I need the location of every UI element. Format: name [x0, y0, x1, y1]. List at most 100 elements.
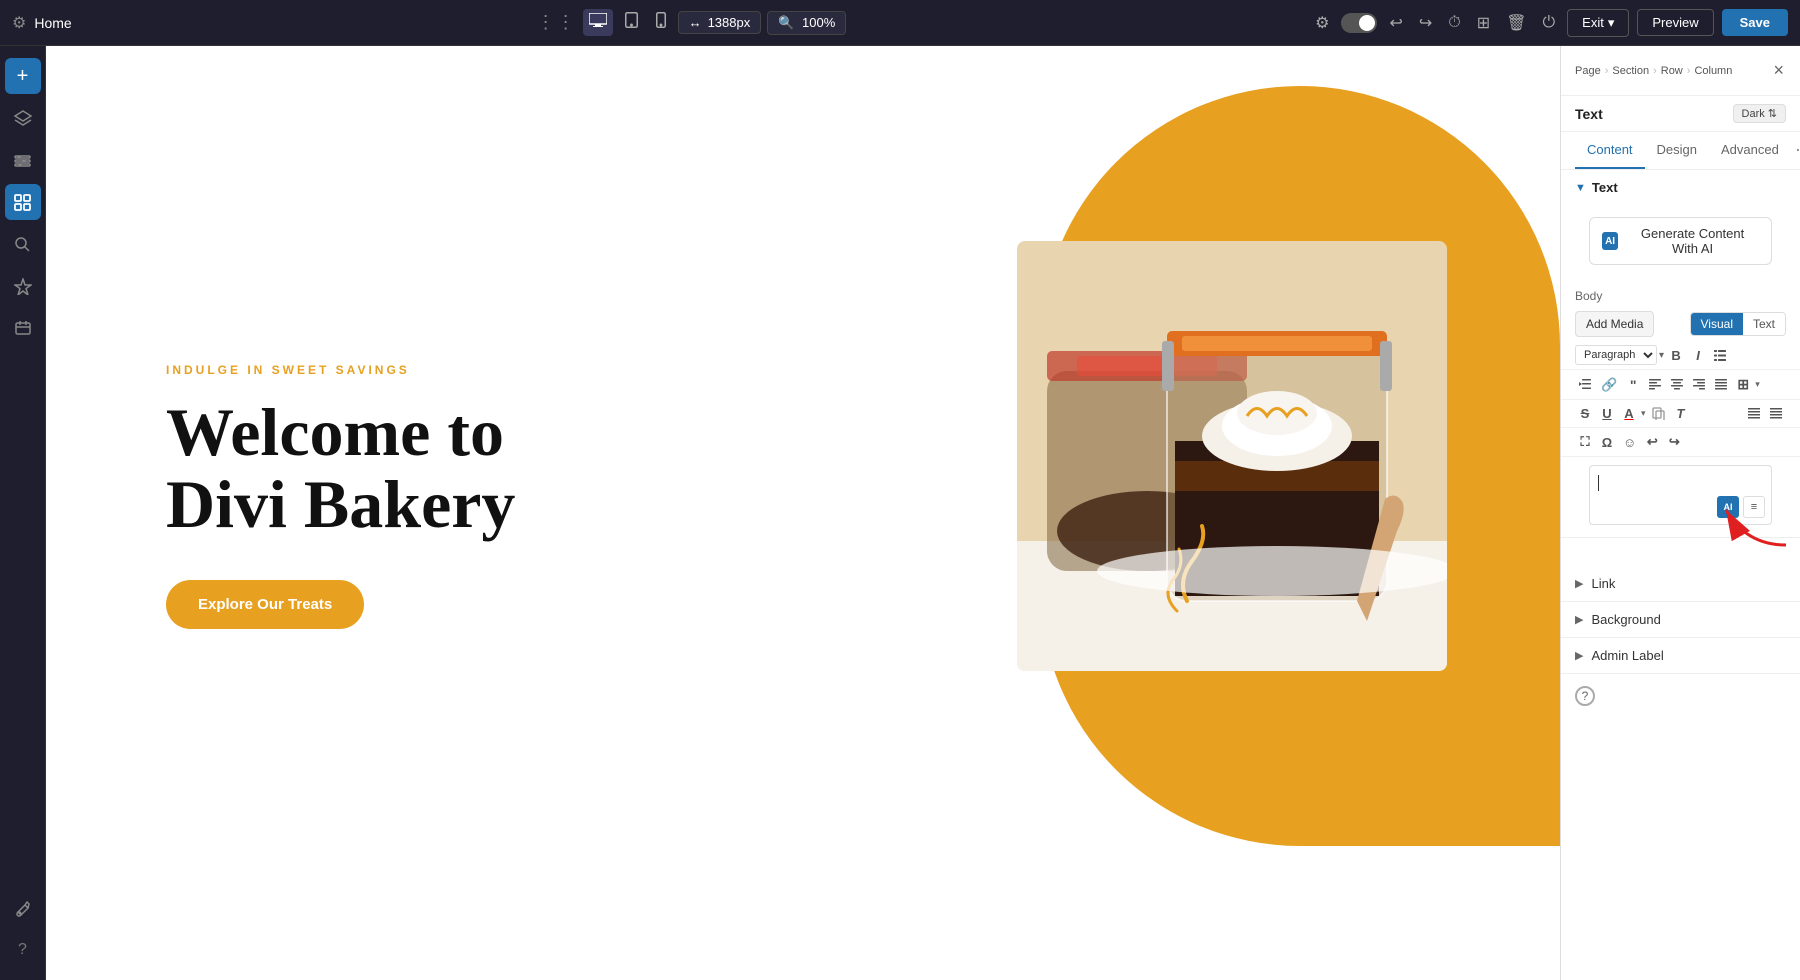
- hero-title-line2: Divi Bakery: [166, 466, 515, 542]
- align-left-button[interactable]: [1645, 377, 1665, 392]
- dark-mode-toggle[interactable]: [1341, 13, 1377, 33]
- topbar: ⚙ Home ⋮⋮ ↔ 1388px 🔍 100% ⚙ ↩ ↪ ⏱ ⊞ 🗑 ⏻: [0, 0, 1800, 46]
- breadcrumb-column[interactable]: Column: [1694, 65, 1732, 77]
- hero-section: INDULGE IN SWEET SAVINGS Welcome to Divi…: [46, 46, 1560, 866]
- zoom-display[interactable]: 🔍 100%: [767, 11, 846, 35]
- sidebar-settings-icon[interactable]: [5, 142, 41, 178]
- history-forward-button[interactable]: ↪: [1415, 9, 1436, 37]
- tab-design[interactable]: Design: [1645, 132, 1709, 169]
- history-back-button[interactable]: ↩: [1385, 9, 1406, 37]
- indent-right-button[interactable]: [1766, 406, 1786, 421]
- breadcrumb-row[interactable]: Row: [1661, 65, 1683, 77]
- hero-cta-button[interactable]: Explore Our Treats: [166, 580, 364, 629]
- rt-toolbar-row1: Paragraph Heading 1 Heading 2 ▾ B I: [1561, 341, 1800, 370]
- editor-list-button[interactable]: ≡: [1743, 496, 1765, 518]
- sidebar-brush-icon[interactable]: [5, 890, 41, 926]
- tab-content[interactable]: Content: [1575, 132, 1645, 169]
- background-section-header[interactable]: ▶ Background: [1561, 602, 1800, 638]
- timer-button[interactable]: ⏱: [1444, 10, 1464, 36]
- dark-mode-badge[interactable]: Dark ⇅: [1733, 104, 1786, 123]
- undo-button[interactable]: ↩: [1642, 432, 1662, 452]
- justify-button[interactable]: [1711, 377, 1731, 392]
- italic-button[interactable]: I: [1688, 346, 1708, 365]
- sidebar-help-icon[interactable]: ?: [5, 932, 41, 968]
- breadcrumb-section[interactable]: Section: [1612, 65, 1649, 77]
- ai-generate-button[interactable]: AI Generate Content With AI: [1589, 217, 1772, 265]
- trash-button[interactable]: 🗑: [1502, 9, 1530, 37]
- custom-format-button[interactable]: T: [1671, 404, 1691, 423]
- tab-more-icon[interactable]: ⋯: [1791, 132, 1800, 169]
- fullscreen-button[interactable]: ⛶: [1575, 432, 1595, 452]
- align-center-button[interactable]: [1667, 377, 1687, 392]
- power-button[interactable]: ⏻: [1539, 10, 1560, 36]
- hero-tagline: INDULGE IN SWEET SAVINGS: [166, 363, 823, 377]
- quote-button[interactable]: ": [1623, 375, 1643, 395]
- color-dropdown-arrow[interactable]: ▾: [1641, 408, 1646, 419]
- hero-left: INDULGE IN SWEET SAVINGS Welcome to Divi…: [46, 46, 903, 866]
- copy-format-button[interactable]: [1648, 405, 1669, 422]
- topbar-right: ⚙ ↩ ↪ ⏱ ⊞ 🗑 ⏻ Exit ▾ Preview Save: [1311, 9, 1788, 37]
- link-button[interactable]: 🔗: [1597, 375, 1621, 395]
- page-canvas: INDULGE IN SWEET SAVINGS Welcome to Divi…: [46, 46, 1560, 980]
- preview-button[interactable]: Preview: [1637, 9, 1713, 36]
- omega-button[interactable]: Ω: [1597, 433, 1617, 452]
- rt-toolbar-row3: S U A ▾ T: [1561, 400, 1800, 428]
- breadcrumb-sep3: ›: [1687, 65, 1691, 77]
- admin-label-section-header[interactable]: ▶ Admin Label: [1561, 638, 1800, 674]
- breadcrumb-sep2: ›: [1653, 65, 1657, 77]
- settings-icon[interactable]: ⚙: [12, 13, 26, 33]
- bold-button[interactable]: B: [1666, 346, 1686, 365]
- section-expand-arrow: ▼: [1575, 182, 1586, 194]
- hero-image: [1017, 241, 1447, 671]
- sidebar-search-icon[interactable]: [5, 226, 41, 262]
- sidebar-history-icon[interactable]: [5, 310, 41, 346]
- visual-tab[interactable]: Visual: [1691, 313, 1743, 335]
- canvas-area[interactable]: INDULGE IN SWEET SAVINGS Welcome to Divi…: [46, 46, 1560, 980]
- table-button[interactable]: ⊞: [1733, 374, 1753, 395]
- breadcrumb: Page › Section › Row › Column: [1575, 65, 1732, 77]
- main-layout: + ? INDULGE IN SWEET SAVINGS: [0, 46, 1800, 980]
- sidebar-modules-icon[interactable]: [5, 184, 41, 220]
- theme-settings-button[interactable]: ⚙: [1311, 9, 1333, 37]
- link-section-header[interactable]: ▶ Link: [1561, 566, 1800, 602]
- link-label: Link: [1591, 576, 1615, 591]
- strikethrough-button[interactable]: S: [1575, 404, 1595, 423]
- desktop-view-button[interactable]: [583, 9, 613, 36]
- help-button[interactable]: ?: [1575, 686, 1595, 706]
- width-display[interactable]: ↔ 1388px: [678, 11, 762, 34]
- mobile-view-button[interactable]: [650, 8, 672, 37]
- panel-close-button[interactable]: ×: [1771, 58, 1786, 83]
- breadcrumb-sep1: ›: [1605, 65, 1609, 77]
- rt-toolbar-row4: ⛶ Ω ☺ ↩ ↪: [1561, 428, 1800, 457]
- paragraph-select[interactable]: Paragraph Heading 1 Heading 2: [1575, 345, 1657, 365]
- text-editor-area[interactable]: AI ≡: [1589, 465, 1772, 525]
- align-right-button[interactable]: [1689, 377, 1709, 392]
- panel-tabs: Content Design Advanced ⋯: [1561, 132, 1800, 170]
- layout-button[interactable]: ⊞: [1473, 9, 1494, 37]
- add-media-button[interactable]: Add Media: [1575, 311, 1654, 337]
- link-expand-arrow: ▶: [1575, 577, 1583, 590]
- text-editor-wrapper: AI ≡: [1575, 465, 1786, 525]
- background-expand-arrow: ▶: [1575, 613, 1583, 626]
- table-dropdown-arrow[interactable]: ▾: [1755, 379, 1760, 390]
- text-tab[interactable]: Text: [1743, 313, 1785, 335]
- sidebar-layers-icon[interactable]: [5, 100, 41, 136]
- breadcrumb-page[interactable]: Page: [1575, 65, 1601, 77]
- tablet-view-button[interactable]: [619, 8, 644, 37]
- ai-btn-wrapper: AI Generate Content With AI: [1561, 205, 1800, 281]
- sidebar-star-icon[interactable]: [5, 268, 41, 304]
- indent-left-button[interactable]: [1744, 406, 1764, 421]
- outdent-button[interactable]: [1575, 377, 1595, 392]
- redo-button[interactable]: ↪: [1664, 432, 1684, 452]
- sidebar-add-button[interactable]: +: [5, 58, 41, 94]
- tab-advanced[interactable]: Advanced: [1709, 132, 1791, 169]
- list-button[interactable]: [1710, 348, 1730, 363]
- save-button[interactable]: Save: [1722, 9, 1788, 36]
- exit-button[interactable]: Exit ▾: [1567, 9, 1629, 37]
- editor-action-row: AI ≡: [1717, 496, 1765, 518]
- emoji-button[interactable]: ☺: [1619, 433, 1640, 452]
- editor-ai-button[interactable]: AI: [1717, 496, 1739, 518]
- underline-button[interactable]: U: [1597, 404, 1617, 423]
- color-button[interactable]: A: [1619, 404, 1639, 423]
- text-section-header[interactable]: ▼ Text: [1561, 170, 1800, 205]
